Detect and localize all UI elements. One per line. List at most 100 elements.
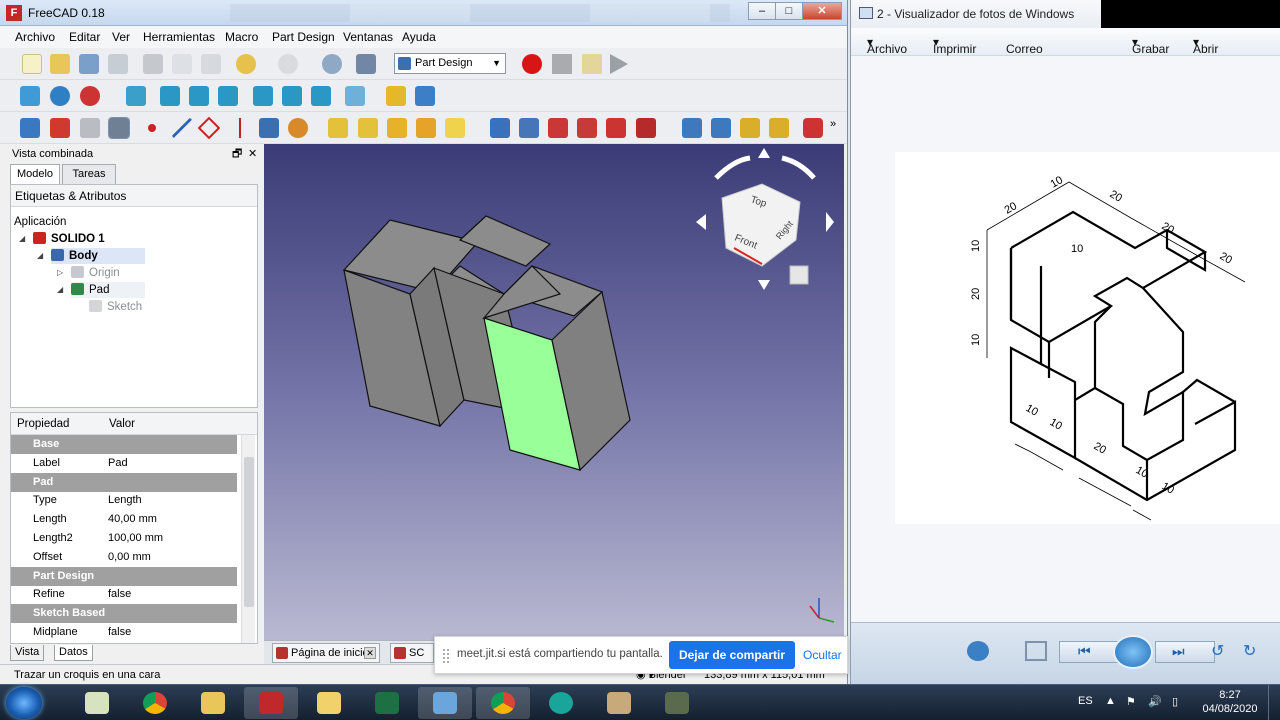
clock[interactable]: 8:27 04/08/2020 — [1198, 688, 1262, 716]
part-icon[interactable] — [386, 86, 406, 106]
view-top-icon[interactable] — [189, 86, 209, 106]
nav-mini-cube-icon[interactable] — [789, 265, 809, 285]
menu-ver[interactable]: Ver — [112, 30, 130, 44]
more-tools-icon[interactable]: » — [830, 118, 840, 138]
multitransform-icon[interactable] — [769, 118, 789, 138]
tree-origin[interactable]: Origin — [71, 265, 120, 281]
additive-loft-icon[interactable] — [387, 118, 407, 138]
property-row[interactable]: Length 40,00 mm — [11, 510, 237, 529]
tree-document[interactable]: SOLIDO 1 — [33, 231, 105, 247]
nav-arrow-left-icon[interactable] — [696, 214, 706, 230]
nav-arrow-right-icon[interactable] — [826, 212, 834, 232]
rotate-right-icon[interactable]: ↻ — [1243, 641, 1265, 661]
view-bottom-icon[interactable] — [282, 86, 302, 106]
pv-menu-grabar[interactable]: Grabar ▾ — [1132, 35, 1169, 56]
taskbar-paint-2[interactable] — [592, 687, 646, 719]
redo-icon[interactable] — [278, 54, 298, 74]
show-hidden-icons-icon[interactable]: ▲ — [1105, 695, 1116, 707]
open-file-icon[interactable] — [50, 54, 70, 74]
property-row[interactable]: Midplane false — [11, 623, 237, 642]
stop-sharing-button[interactable]: Dejar de compartir — [669, 641, 795, 669]
tab-tareas[interactable]: Tareas — [62, 164, 116, 184]
close-panel-icon[interactable]: ✕ — [248, 144, 257, 164]
clone-icon[interactable] — [288, 118, 308, 138]
create-sketch-icon[interactable] — [50, 118, 70, 138]
copy-icon[interactable] — [172, 54, 192, 74]
draw-style-icon[interactable] — [80, 86, 100, 106]
nav-arrow-down-icon[interactable] — [758, 280, 770, 290]
drag-handle-icon[interactable] — [443, 649, 449, 663]
menu-herramientas[interactable]: Herramientas — [143, 30, 215, 44]
attach-sketch-icon[interactable] — [108, 117, 130, 139]
taskbar-app[interactable] — [650, 687, 704, 719]
groove-icon[interactable] — [548, 118, 568, 138]
property-row[interactable]: Refine false — [11, 585, 237, 604]
property-row[interactable]: Label Pad — [11, 454, 237, 473]
taskbar-explorer[interactable] — [302, 687, 356, 719]
taskbar-chrome[interactable] — [128, 687, 182, 719]
next-image-button[interactable]: ⏭ — [1155, 641, 1215, 663]
property-scrollbar[interactable] — [241, 435, 255, 643]
shape-binder-icon[interactable] — [259, 118, 279, 138]
datum-line-icon[interactable] — [172, 118, 192, 138]
print-icon[interactable] — [108, 54, 128, 74]
refresh-icon[interactable] — [322, 54, 342, 74]
property-row[interactable]: Type Length — [11, 491, 237, 510]
pv-menu-abrir[interactable]: Abrir ▾ — [1193, 35, 1218, 56]
tab-start-page[interactable]: Página de inicio ✕ — [272, 643, 380, 663]
view-right-icon[interactable] — [218, 86, 238, 106]
tab-vista[interactable]: Vista — [10, 645, 45, 661]
macro-stop-icon[interactable] — [552, 54, 572, 74]
close-tab-icon[interactable]: ✕ — [364, 647, 376, 659]
previous-image-button[interactable]: ⏮ — [1059, 641, 1119, 663]
actual-size-icon[interactable] — [1025, 641, 1047, 661]
whats-this-icon[interactable] — [356, 54, 376, 74]
taskbar-edu[interactable] — [534, 687, 588, 719]
new-file-icon[interactable] — [22, 54, 42, 74]
mirrored-icon[interactable] — [682, 118, 702, 138]
3d-viewport[interactable]: Top Front Right — [264, 144, 844, 640]
taskbar-folder[interactable] — [186, 687, 240, 719]
scroll-thumb[interactable] — [244, 457, 254, 607]
collapse-icon[interactable]: ◢ — [37, 251, 43, 260]
start-button[interactable] — [6, 687, 42, 719]
isometric-drawing[interactable]: 20 10 20 20 20 10 10 20 10 10 10 20 10 1… — [895, 152, 1280, 524]
macro-record-icon[interactable] — [522, 54, 542, 74]
tree-sketch[interactable]: Sketch — [89, 299, 142, 315]
nav-arrow-up-icon[interactable] — [758, 148, 770, 158]
subtractive-loft-icon[interactable] — [577, 118, 597, 138]
menu-part-design[interactable]: Part Design — [272, 30, 335, 44]
hide-banner-button[interactable]: Ocultar — [803, 648, 842, 662]
validate-sketch-icon[interactable] — [80, 118, 100, 138]
create-body-icon[interactable] — [20, 118, 40, 138]
macro-run-icon[interactable] — [610, 54, 628, 74]
datum-plane-icon[interactable] — [197, 116, 221, 140]
pocket-icon[interactable] — [490, 118, 510, 138]
linear-pattern-icon[interactable] — [711, 118, 731, 138]
property-value[interactable]: 0,00 mm — [108, 548, 151, 567]
taskbar-paint[interactable] — [70, 687, 124, 719]
boolean-icon[interactable] — [803, 118, 823, 138]
tree-body[interactable]: Body — [51, 248, 145, 264]
pv-menu-imprimir[interactable]: Imprimir ▾ — [933, 35, 976, 56]
menu-macro[interactable]: Macro — [225, 30, 258, 44]
rotate-cw-icon[interactable] — [781, 155, 816, 180]
paste-icon[interactable] — [201, 54, 221, 74]
menu-ventanas[interactable]: Ventanas — [343, 30, 393, 44]
additive-primitive-icon[interactable] — [445, 118, 465, 138]
tab-solido[interactable]: SC — [390, 643, 434, 663]
property-value[interactable]: Pad — [108, 454, 128, 473]
polar-pattern-icon[interactable] — [740, 118, 760, 138]
pv-menu-archivo[interactable]: Archivo ▾ — [867, 35, 907, 56]
macro-edit-icon[interactable] — [582, 54, 602, 74]
float-panel-icon[interactable]: 🗗 — [232, 144, 242, 164]
menu-editar[interactable]: Editar — [69, 30, 100, 44]
navigation-cube[interactable] — [696, 148, 834, 290]
pad-icon[interactable] — [328, 118, 348, 138]
volume-icon[interactable]: 🔊 — [1148, 695, 1162, 708]
property-row[interactable]: Offset 0,00 mm — [11, 548, 237, 567]
taskbar-excel[interactable] — [360, 687, 414, 719]
local-cs-icon[interactable] — [230, 118, 250, 138]
fit-all-icon[interactable] — [20, 86, 40, 106]
collapse-icon[interactable]: ◢ — [19, 234, 25, 243]
